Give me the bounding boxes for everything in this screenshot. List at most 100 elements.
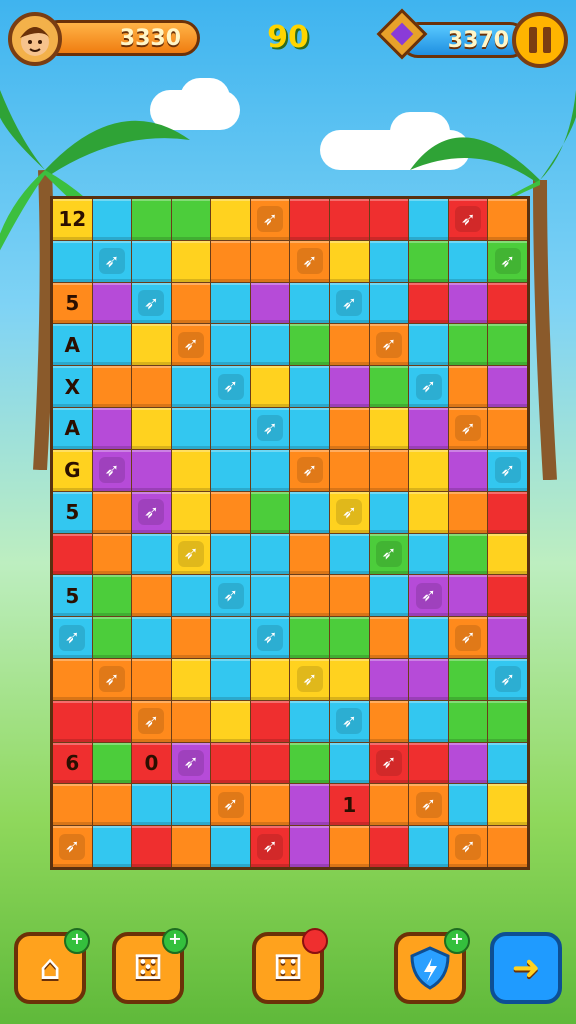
board-tile[interactable]: ➶ xyxy=(132,282,171,324)
board-tile[interactable] xyxy=(330,742,369,784)
board-tile[interactable] xyxy=(448,575,488,617)
board-tile[interactable] xyxy=(92,533,132,575)
board-tile[interactable]: ➶ xyxy=(409,784,448,826)
board-tile[interactable]: ➶ xyxy=(171,533,211,575)
board-tile[interactable] xyxy=(132,324,171,366)
board-tile[interactable] xyxy=(369,491,409,533)
board-tile[interactable]: ➶ xyxy=(409,575,448,617)
board-tile[interactable] xyxy=(132,826,171,867)
board-tile[interactable] xyxy=(330,366,369,408)
board-tile[interactable] xyxy=(409,240,448,282)
board-tile[interactable] xyxy=(132,240,171,282)
board-tile[interactable] xyxy=(132,408,171,449)
board-tile[interactable] xyxy=(132,617,171,658)
board-tile[interactable] xyxy=(409,282,448,324)
board-tile[interactable] xyxy=(250,240,290,282)
tile-label[interactable]: 6 xyxy=(53,742,92,784)
board-tile[interactable] xyxy=(211,199,250,240)
board-tile[interactable] xyxy=(409,408,448,449)
board-tile[interactable] xyxy=(448,658,488,700)
board-tile[interactable]: ➶ xyxy=(53,826,92,867)
board-tile[interactable]: ➶ xyxy=(132,491,171,533)
board-tile[interactable] xyxy=(250,449,290,491)
board-tile[interactable] xyxy=(132,533,171,575)
board-tile[interactable] xyxy=(171,617,211,658)
board-tile[interactable] xyxy=(171,449,211,491)
board-tile[interactable] xyxy=(171,282,211,324)
dice-button-1[interactable]: ⚄ + xyxy=(112,928,188,1004)
board-tile[interactable] xyxy=(409,700,448,742)
board-tile[interactable] xyxy=(250,575,290,617)
board-tile[interactable] xyxy=(132,575,171,617)
board-tile[interactable] xyxy=(250,491,290,533)
board-tile[interactable] xyxy=(369,784,409,826)
board-tile[interactable] xyxy=(369,575,409,617)
board-tile[interactable] xyxy=(290,742,330,784)
board-tile[interactable] xyxy=(92,491,132,533)
board-tile[interactable] xyxy=(409,491,448,533)
tile-label[interactable]: 5 xyxy=(53,575,92,617)
board-tile[interactable] xyxy=(211,324,250,366)
board-tile[interactable] xyxy=(448,366,488,408)
board-tile[interactable] xyxy=(171,366,211,408)
board-tile[interactable] xyxy=(369,658,409,700)
board-tile[interactable]: ➶ xyxy=(211,575,250,617)
board-tile[interactable]: ➶ xyxy=(290,240,330,282)
board-tile[interactable]: ➶ xyxy=(330,491,369,533)
board-tile[interactable] xyxy=(488,282,527,324)
board-tile[interactable] xyxy=(92,282,132,324)
dice-button-2[interactable]: ⚃ xyxy=(252,928,328,1004)
board-tile[interactable] xyxy=(369,700,409,742)
board-tile[interactable] xyxy=(409,199,448,240)
board-tile[interactable] xyxy=(448,491,488,533)
board-tile[interactable] xyxy=(92,700,132,742)
board-tile[interactable] xyxy=(92,408,132,449)
board-tile[interactable] xyxy=(211,240,250,282)
board-tile[interactable]: ➶ xyxy=(171,324,211,366)
board-tile[interactable] xyxy=(53,700,92,742)
board-tile[interactable] xyxy=(53,784,92,826)
board-tile[interactable]: ➶ xyxy=(448,408,488,449)
board-tile[interactable] xyxy=(448,533,488,575)
board-tile[interactable] xyxy=(211,533,250,575)
board-tile[interactable]: ➶ xyxy=(132,700,171,742)
board-tile[interactable] xyxy=(171,658,211,700)
board-tile[interactable] xyxy=(92,826,132,867)
tile-label[interactable]: 12 xyxy=(53,199,92,240)
board-tile[interactable]: ➶ xyxy=(53,617,92,658)
board-tile[interactable] xyxy=(250,658,290,700)
board-tile[interactable] xyxy=(488,826,527,867)
board-tile[interactable] xyxy=(488,491,527,533)
board-tile[interactable] xyxy=(290,700,330,742)
board-tile[interactable] xyxy=(369,199,409,240)
board-tile[interactable] xyxy=(132,199,171,240)
tile-label[interactable]: 5 xyxy=(53,282,92,324)
board-tile[interactable] xyxy=(132,784,171,826)
board-tile[interactable] xyxy=(409,449,448,491)
board-tile[interactable] xyxy=(92,617,132,658)
board-tile[interactable] xyxy=(488,366,527,408)
board-tile[interactable] xyxy=(250,324,290,366)
board-tile[interactable] xyxy=(330,199,369,240)
board-tile[interactable] xyxy=(171,826,211,867)
board-tile[interactable]: ➶ xyxy=(250,408,290,449)
board-tile[interactable] xyxy=(369,826,409,867)
board-tile[interactable]: ➶ xyxy=(448,826,488,867)
board-tile[interactable] xyxy=(290,784,330,826)
board-tile[interactable]: ➶ xyxy=(409,366,448,408)
board-tile[interactable] xyxy=(448,449,488,491)
board-tile[interactable] xyxy=(211,408,250,449)
board-tile[interactable] xyxy=(171,199,211,240)
board-tile[interactable] xyxy=(448,324,488,366)
board-tile[interactable] xyxy=(290,408,330,449)
board-tile[interactable] xyxy=(369,449,409,491)
board-tile[interactable] xyxy=(488,617,527,658)
board-tile[interactable] xyxy=(211,449,250,491)
board-tile[interactable] xyxy=(330,408,369,449)
board-tile[interactable]: ➶ xyxy=(171,742,211,784)
board-tile[interactable] xyxy=(92,784,132,826)
board-tile[interactable] xyxy=(488,700,527,742)
board-tile[interactable] xyxy=(409,658,448,700)
board-tile[interactable]: ➶ xyxy=(369,742,409,784)
board-tile[interactable] xyxy=(92,324,132,366)
